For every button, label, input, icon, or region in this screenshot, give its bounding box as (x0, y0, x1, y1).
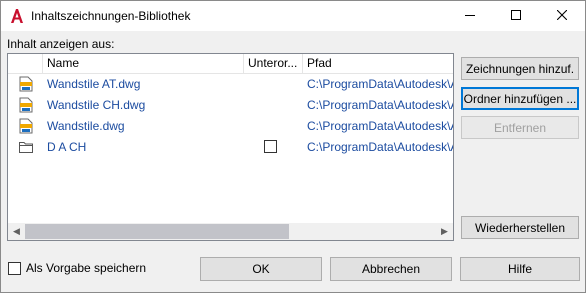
dwg-file-icon (18, 97, 34, 113)
save-default-checkbox[interactable] (8, 262, 21, 275)
help-label: Hilfe (507, 262, 532, 276)
close-icon (556, 9, 568, 23)
title-bar: Inhaltszeichnungen-Bibliothek (1, 1, 585, 31)
list-item[interactable]: Wandstile.dwg C:\ProgramData\Autodesk\A (8, 116, 453, 136)
list-header: Name Unteror... Pfad (8, 54, 453, 74)
file-path: C:\ProgramData\Autodesk\A (307, 77, 453, 91)
subfolders-checkbox[interactable] (264, 140, 277, 153)
cancel-button[interactable]: Abbrechen (330, 257, 452, 281)
close-button[interactable] (539, 1, 585, 31)
window-title: Inhaltszeichnungen-Bibliothek (31, 9, 191, 23)
ok-label: OK (252, 262, 270, 276)
restore-button[interactable]: Wiederherstellen (461, 216, 579, 239)
add-folder-button[interactable]: Ordner hinzufügen ... (461, 87, 579, 110)
remove-label: Entfernen (493, 120, 547, 135)
horizontal-scrollbar[interactable]: ◀ ▶ (8, 223, 453, 240)
remove-button[interactable]: Entfernen (461, 116, 579, 139)
dwg-file-icon (18, 118, 34, 134)
file-path: C:\ProgramData\Autodesk\A (307, 98, 453, 112)
help-button[interactable]: Hilfe (460, 257, 580, 281)
list-item[interactable]: D A CH C:\ProgramData\Autodesk\A (8, 137, 453, 157)
add-drawings-button[interactable]: Zeichnungen hinzuf. (461, 57, 579, 80)
scroll-right-icon[interactable]: ▶ (436, 223, 453, 240)
file-name: Wandstile.dwg (47, 119, 125, 133)
maximize-button[interactable] (493, 1, 539, 31)
maximize-icon (511, 9, 521, 23)
add-folder-label: Ordner hinzufügen ... (463, 91, 577, 106)
ok-button[interactable]: OK (200, 257, 322, 281)
show-content-label: Inhalt anzeigen aus: (7, 37, 115, 51)
file-name: Wandstile AT.dwg (47, 77, 141, 91)
folder-name: D A CH (47, 140, 87, 154)
folder-icon (18, 139, 34, 155)
header-icon-column[interactable] (8, 54, 43, 73)
list-item[interactable]: Wandstile AT.dwg C:\ProgramData\Autodesk… (8, 74, 453, 94)
header-name[interactable]: Name (43, 54, 244, 73)
file-path: C:\ProgramData\Autodesk\A (307, 119, 453, 133)
header-subfolders[interactable]: Unteror... (244, 54, 303, 73)
autocad-app-icon (10, 8, 24, 24)
list-item[interactable]: Wandstile CH.dwg C:\ProgramData\Autodesk… (8, 95, 453, 115)
minimize-icon (465, 9, 475, 23)
restore-label: Wiederherstellen (474, 220, 566, 235)
cancel-label: Abbrechen (361, 262, 421, 276)
header-path[interactable]: Pfad (303, 54, 453, 73)
folder-path: C:\ProgramData\Autodesk\A (307, 140, 453, 154)
minimize-button[interactable] (447, 1, 493, 31)
save-default-label[interactable]: Als Vorgabe speichern (26, 261, 146, 275)
add-drawings-label: Zeichnungen hinzuf. (465, 61, 575, 76)
dialog-window: Inhaltszeichnungen-Bibliothek Inhalt anz… (0, 0, 586, 293)
scrollbar-thumb[interactable] (25, 224, 289, 239)
library-list[interactable]: Name Unteror... Pfad Wandstile AT.dwg C:… (7, 53, 454, 241)
scroll-left-icon[interactable]: ◀ (8, 223, 25, 240)
dwg-file-icon (18, 76, 34, 92)
file-name: Wandstile CH.dwg (47, 98, 146, 112)
